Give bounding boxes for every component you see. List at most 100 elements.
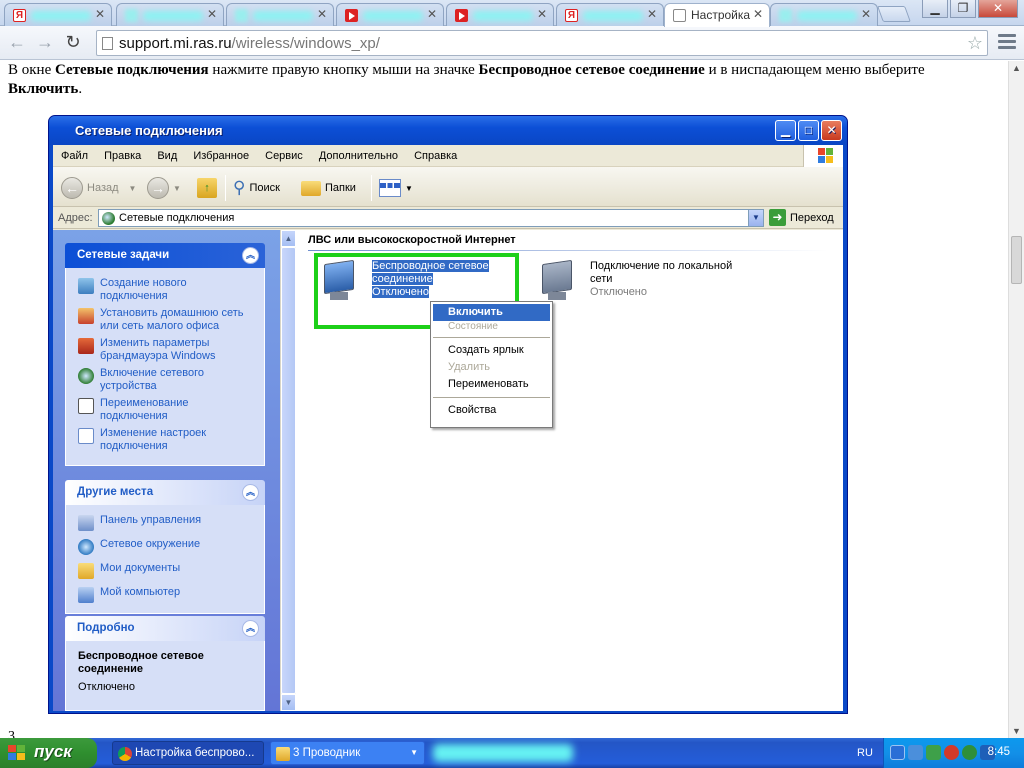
instruction-fragment: и в ниспадающем меню выберите: [704, 62, 925, 78]
xp-views-button: ▼: [379, 176, 413, 200]
xp-address-bar: Адрес: Сетевые подключения ▼ ➜ Переход: [53, 207, 843, 229]
youtube-icon: [345, 9, 358, 22]
xp-forward-button: → ▼: [147, 176, 181, 200]
chrome-icon: [118, 747, 132, 761]
tray-app-icon[interactable]: [926, 745, 941, 760]
browser-tab[interactable]: ✕: [770, 3, 878, 26]
browser-tab[interactable]: ✕: [446, 3, 554, 26]
minimize-button[interactable]: ▁: [922, 0, 948, 18]
browser-tab[interactable]: ✕: [226, 3, 334, 26]
windows-logo-icon: [803, 145, 843, 167]
context-menu: Включить Состояние Создать ярлык Удалить…: [430, 301, 553, 428]
chevron-down-icon: ▼: [405, 183, 413, 193]
xp-address-field: Сетевые подключения ▼: [98, 209, 764, 227]
place-link: Панель управления: [78, 514, 256, 531]
forward-arrow-icon: →: [147, 177, 169, 199]
clock: 8:45: [987, 746, 1010, 758]
browser-tab[interactable]: ✕: [116, 3, 224, 26]
instruction-bold: Сетевые подключения: [54, 62, 209, 78]
address-bar[interactable]: support.mi.ras.ru/wireless/windows_xp/ ☆: [96, 30, 988, 56]
search-icon: ⚲: [233, 178, 246, 197]
collapse-icon: ︽: [242, 620, 259, 637]
folders-icon: [301, 180, 321, 196]
xp-address-value: Сетевые подключения: [119, 212, 235, 224]
url-path: /wireless/windows_xp/: [231, 35, 380, 52]
chevron-down-icon: ▼: [410, 748, 418, 757]
language-indicator[interactable]: RU: [857, 747, 873, 759]
close-tab-icon[interactable]: ✕: [207, 7, 217, 21]
browser-tab-active[interactable]: Настройка ✕: [664, 3, 770, 27]
blurred-icon: [235, 9, 248, 22]
place-link: Сетевое окружение: [78, 538, 256, 555]
xp-task-pane: Сетевые задачи ︽ Создание нового подключ…: [53, 230, 280, 711]
scroll-down-icon[interactable]: ▼: [1012, 726, 1021, 736]
menu-help: Справка: [414, 150, 458, 162]
close-window-button[interactable]: ✕: [978, 0, 1018, 18]
window-controls: ▁ ❐ ✕: [922, 0, 1018, 18]
xp-back-label: Назад: [87, 182, 119, 194]
close-tab-icon[interactable]: ✕: [317, 7, 327, 21]
torrent-icon[interactable]: [962, 745, 977, 760]
connection-name: сети: [590, 273, 613, 285]
menu-view: Вид: [157, 150, 178, 162]
close-tab-icon[interactable]: ✕: [537, 7, 547, 21]
details-header: Подробно ︽: [65, 616, 265, 641]
home-network-icon: [78, 308, 94, 324]
page-scrollbar[interactable]: ▲ ▼: [1008, 61, 1024, 738]
scroll-up-icon[interactable]: ▲: [1012, 63, 1021, 73]
xp-folders-button: Папки: [301, 176, 356, 200]
menu-icon[interactable]: [998, 34, 1016, 52]
chevron-down-icon: ▼: [128, 183, 137, 193]
taskbar-task-explorer[interactable]: 3 Проводник ▼: [270, 741, 425, 765]
taskbar: пуск Настройка беспрово... 3 Проводник ▼…: [0, 738, 1024, 768]
back-button[interactable]: ←: [6, 32, 28, 54]
browser-tab[interactable]: Я ✕: [556, 3, 664, 26]
menu-item-rename: Переименовать: [448, 378, 529, 390]
menu-favorites: Избранное: [193, 150, 250, 162]
xp-folders-label: Папки: [325, 182, 356, 194]
close-tab-icon[interactable]: ✕: [753, 7, 763, 21]
tab-title: Настройка: [691, 8, 751, 22]
lan-connection: Подключение по локальной сети Отключено: [536, 259, 732, 308]
blurred-task[interactable]: [433, 744, 573, 762]
close-tab-icon[interactable]: ✕: [427, 7, 437, 21]
new-tab-button[interactable]: [877, 6, 911, 22]
bookmark-star-icon[interactable]: ☆: [967, 33, 983, 54]
task-pane-scrollbar: ▲ ▼: [280, 230, 296, 711]
network-tray-icon[interactable]: [908, 745, 923, 760]
start-label: пуск: [34, 742, 72, 761]
xp-window-body: Файл Правка Вид Избранное Сервис Дополни…: [53, 145, 843, 711]
tray-arrow-icon[interactable]: [890, 745, 905, 760]
xp-menubar: Файл Правка Вид Избранное Сервис Дополни…: [53, 145, 843, 167]
browser-toolbar: ← → ↻ support.mi.ras.ru/wireless/windows…: [0, 26, 1024, 60]
close-tab-icon[interactable]: ✕: [647, 7, 657, 21]
blurred-icon: [125, 9, 138, 22]
close-tab-icon[interactable]: ✕: [861, 7, 871, 21]
scroll-thumb[interactable]: [1011, 236, 1022, 284]
other-places-panel: Другие места ︽ Панель управления Сетевое…: [65, 480, 265, 614]
collapse-icon: ︽: [242, 484, 259, 501]
firewall-icon: [78, 338, 94, 354]
antivirus-icon[interactable]: [944, 745, 959, 760]
close-tab-icon[interactable]: ✕: [95, 7, 105, 21]
system-tray: 8:45: [883, 738, 1024, 768]
xp-window-title: Сетевые подключения: [75, 123, 223, 138]
browser-tab[interactable]: Я ✕: [4, 3, 112, 26]
taskbar-task-chrome[interactable]: Настройка беспрово...: [112, 741, 264, 765]
browser-tab[interactable]: ✕: [336, 3, 444, 26]
menu-item-status: Состояние: [448, 321, 498, 332]
instruction-bold: Беспроводное сетевое соединение: [478, 62, 705, 78]
xp-search-label: Поиск: [249, 182, 280, 194]
xp-minimize-button: ▁: [775, 120, 796, 141]
forward-button[interactable]: →: [34, 32, 56, 54]
xp-back-button: ← Назад ▼: [61, 176, 136, 200]
start-button[interactable]: пуск: [0, 738, 97, 768]
youtube-icon: [455, 9, 468, 22]
restore-button[interactable]: ❐: [950, 0, 976, 18]
menu-item-create-shortcut: Создать ярлык: [448, 344, 524, 356]
xp-window-screenshot: Сетевые подключения ▁ □ ✕ Файл Правка Ви…: [48, 115, 848, 714]
page-icon: [102, 37, 113, 50]
instruction-fragment: В окне: [8, 62, 55, 78]
task-link: Установить домашнюю сеть или сеть малого…: [78, 307, 256, 333]
reload-button[interactable]: ↻: [62, 32, 84, 54]
